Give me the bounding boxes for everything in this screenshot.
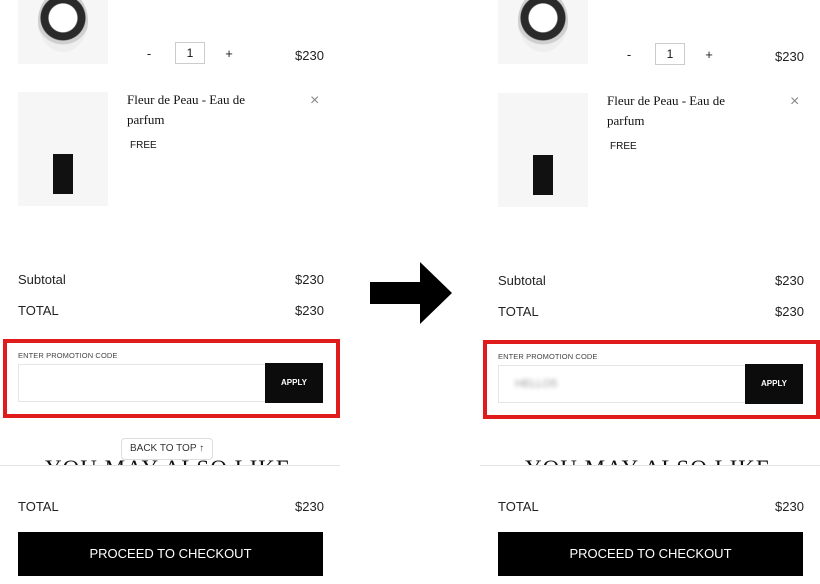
- product-thumbnail[interactable]: [18, 92, 108, 206]
- cart-panel-after: - 1 + $230 Fleur de Peau - Eau de parfum…: [480, 0, 820, 584]
- subtotal-label: Subtotal: [18, 272, 66, 287]
- product-thumbnail[interactable]: [498, 0, 588, 64]
- remove-item-icon[interactable]: ×: [310, 92, 319, 110]
- product-thumbnail[interactable]: [18, 0, 108, 64]
- product-name-continued[interactable]: parfum: [607, 113, 645, 129]
- subtotal-value: $230: [295, 272, 324, 287]
- quantity-increase-button[interactable]: +: [702, 47, 716, 62]
- remove-item-icon[interactable]: ×: [790, 93, 799, 111]
- promo-code-label: ENTER PROMOTION CODE: [18, 351, 118, 360]
- proceed-to-checkout-button[interactable]: PROCEED TO CHECKOUT: [18, 532, 323, 576]
- subtotal-value: $230: [775, 273, 804, 288]
- footer-divider: [480, 465, 820, 466]
- sample-vial-image: [533, 155, 553, 195]
- quantity-increase-button[interactable]: +: [222, 46, 236, 61]
- product-name[interactable]: Fleur de Peau - Eau de: [607, 93, 725, 109]
- product-price: $230: [295, 48, 324, 63]
- footer-divider: [0, 465, 340, 466]
- right-arrow-icon: [370, 262, 452, 324]
- quantity-decrease-button[interactable]: -: [622, 47, 636, 62]
- total-label: TOTAL: [18, 303, 59, 318]
- total-label: TOTAL: [498, 304, 539, 319]
- quantity-input[interactable]: 1: [655, 43, 685, 65]
- quantity-decrease-button[interactable]: -: [142, 46, 156, 61]
- perfume-bottle-image: [518, 0, 568, 52]
- total-value: $230: [295, 303, 324, 318]
- perfume-bottle-image: [38, 0, 88, 52]
- footer-total-label: TOTAL: [18, 499, 59, 514]
- footer-total-label: TOTAL: [498, 499, 539, 514]
- promo-code-input[interactable]: [18, 364, 266, 402]
- product-price: $230: [775, 49, 804, 64]
- promo-code-input[interactable]: HELLO5: [498, 365, 746, 403]
- sample-vial-image: [53, 154, 73, 194]
- apply-button[interactable]: APPLY: [745, 364, 803, 404]
- subtotal-label: Subtotal: [498, 273, 546, 288]
- product-name[interactable]: Fleur de Peau - Eau de: [127, 92, 245, 108]
- back-to-top-button[interactable]: BACK TO TOP ↑: [121, 438, 214, 460]
- promo-code-value: HELLO5: [515, 378, 558, 390]
- total-value: $230: [775, 304, 804, 319]
- product-price-free: FREE: [610, 141, 637, 152]
- footer-total-value: $230: [295, 499, 324, 514]
- footer-total-value: $230: [775, 499, 804, 514]
- promo-code-label: ENTER PROMOTION CODE: [498, 352, 598, 361]
- apply-button[interactable]: APPLY: [265, 363, 323, 403]
- quantity-input[interactable]: 1: [175, 42, 205, 64]
- product-name-continued[interactable]: parfum: [127, 112, 165, 128]
- product-price-free: FREE: [130, 140, 157, 151]
- cart-panel-before: - 1 + $230 Fleur de Peau - Eau de parfum…: [0, 0, 340, 584]
- product-thumbnail[interactable]: [498, 93, 588, 207]
- proceed-to-checkout-button[interactable]: PROCEED TO CHECKOUT: [498, 532, 803, 576]
